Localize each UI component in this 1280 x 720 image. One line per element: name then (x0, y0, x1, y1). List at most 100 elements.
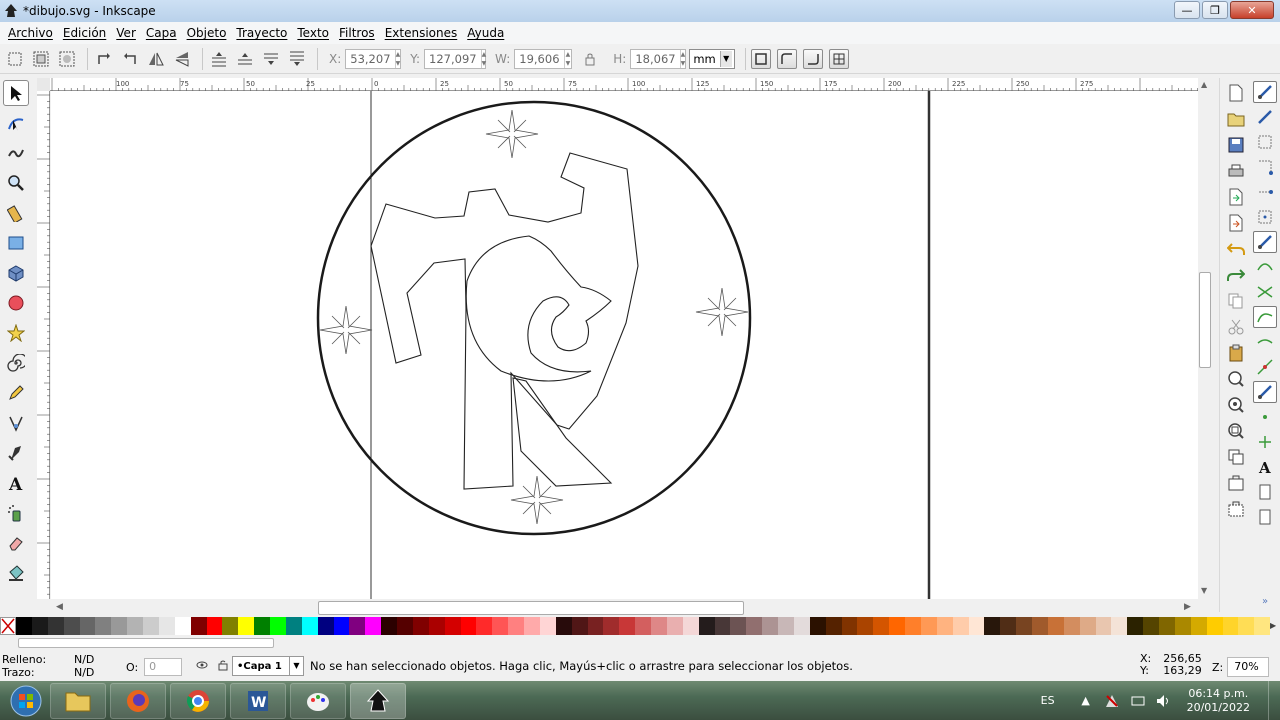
menu-extensiones[interactable]: Extensiones (380, 26, 463, 40)
maximize-button[interactable]: ❐ (1202, 1, 1228, 19)
color-swatch[interactable] (333, 617, 350, 635)
snapbar-expand-icon[interactable]: » (1262, 596, 1268, 607)
color-swatch[interactable] (444, 617, 461, 635)
figure-arm-shape[interactable] (370, 152, 639, 490)
color-swatch[interactable] (682, 617, 699, 635)
color-swatch[interactable] (63, 617, 80, 635)
color-swatch[interactable] (920, 617, 937, 635)
outer-circle[interactable] (316, 100, 752, 536)
taskbar-explorer[interactable] (50, 682, 106, 719)
transform-patterns-toggle[interactable] (828, 48, 849, 69)
color-swatch[interactable] (1032, 617, 1048, 635)
color-swatch[interactable] (539, 617, 556, 635)
color-swatch[interactable] (778, 617, 794, 635)
star-bottom[interactable] (510, 475, 564, 525)
h-field[interactable]: 18,067 ▲ ▼ (630, 48, 687, 69)
color-swatch[interactable] (635, 617, 651, 635)
color-swatch[interactable] (428, 617, 445, 635)
color-swatch[interactable] (111, 617, 128, 635)
volume-icon[interactable] (1155, 692, 1173, 710)
cut-icon[interactable] (1225, 316, 1247, 338)
color-swatch[interactable] (666, 617, 683, 635)
color-swatch[interactable] (254, 617, 270, 635)
color-swatch[interactable] (381, 617, 397, 635)
color-swatch[interactable] (730, 617, 747, 635)
opacity-input[interactable]: 0 (144, 658, 183, 676)
minimize-button[interactable]: — (1174, 1, 1200, 19)
color-swatch[interactable] (809, 617, 826, 635)
export-icon[interactable] (1225, 212, 1247, 234)
spiral-tool[interactable] (3, 350, 29, 376)
snap-enable-icon[interactable] (1253, 81, 1277, 103)
color-swatch[interactable] (492, 617, 509, 635)
tweak-tool[interactable] (3, 140, 29, 166)
color-swatch[interactable] (222, 617, 239, 635)
snap-object-midpoint-icon[interactable] (1253, 406, 1277, 428)
color-swatch[interactable] (1047, 617, 1064, 635)
taskbar-chrome[interactable] (170, 682, 226, 719)
color-swatch[interactable] (873, 617, 890, 635)
color-swatch[interactable] (349, 617, 366, 635)
measure-tool[interactable] (3, 200, 29, 226)
palette-scroll-right-icon[interactable]: ▶ (1270, 617, 1280, 635)
eraser-tool[interactable] (3, 530, 29, 556)
raise-icon[interactable] (234, 48, 256, 70)
menu-ver[interactable]: Ver (111, 26, 141, 40)
menu-trayecto[interactable]: Trayecto (231, 26, 292, 40)
vertical-ruler[interactable] (37, 91, 50, 599)
redo-icon[interactable] (1225, 264, 1247, 286)
rotate-cw-icon[interactable] (119, 48, 141, 70)
open-icon[interactable] (1225, 108, 1247, 130)
color-swatch[interactable] (1143, 617, 1159, 635)
save-icon[interactable] (1225, 134, 1247, 156)
snap-paths-icon[interactable] (1253, 256, 1277, 278)
color-swatch[interactable] (79, 617, 96, 635)
spray-tool[interactable] (3, 500, 29, 526)
color-swatch[interactable] (1111, 617, 1128, 635)
rect-tool[interactable] (3, 230, 29, 256)
snap-page-border-icon[interactable] (1253, 481, 1277, 503)
color-swatch[interactable] (746, 617, 763, 635)
color-swatch[interactable] (365, 617, 382, 635)
no-paint-swatch[interactable] (0, 617, 16, 635)
taskbar-paint[interactable] (290, 682, 346, 719)
layer-lock-icon[interactable] (218, 659, 228, 674)
import-icon[interactable] (1225, 186, 1247, 208)
pen-tool[interactable] (3, 410, 29, 436)
menu-capa[interactable]: Capa (141, 26, 182, 40)
drawing-canvas[interactable] (51, 91, 1198, 599)
lock-ratio-icon[interactable] (579, 48, 601, 70)
color-swatch[interactable] (1238, 617, 1255, 635)
snap-bbox-corner-icon[interactable] (1253, 156, 1277, 178)
show-desktop-button[interactable] (1268, 681, 1280, 720)
color-swatch[interactable] (190, 617, 207, 635)
lower-to-bottom-icon[interactable] (286, 48, 308, 70)
horizontal-scroll-thumb[interactable] (318, 601, 744, 615)
color-swatch[interactable] (95, 617, 112, 635)
x-field[interactable]: 53,207 ▲ ▼ (345, 48, 402, 69)
star-top[interactable] (485, 109, 539, 159)
color-swatch[interactable] (889, 617, 905, 635)
color-swatch[interactable] (1174, 617, 1191, 635)
start-button[interactable] (6, 683, 46, 719)
scroll-up-icon[interactable]: ▲ (1201, 80, 1207, 89)
menu-archivo[interactable]: Archivo (3, 26, 58, 40)
snap-others-icon[interactable] (1253, 381, 1277, 403)
snap-rotation-center-icon[interactable] (1253, 431, 1277, 453)
print-icon[interactable] (1225, 160, 1247, 182)
unit-select[interactable]: mm ▼ (689, 48, 735, 69)
layer-select[interactable]: •Capa 1 ▼ (232, 656, 304, 676)
color-swatch[interactable] (285, 617, 302, 635)
3dbox-tool[interactable] (3, 260, 29, 286)
color-swatch[interactable] (412, 617, 429, 635)
zoom-page-icon[interactable] (1225, 420, 1247, 442)
color-swatch[interactable] (619, 617, 636, 635)
zoom-selection-icon[interactable] (1225, 368, 1247, 390)
snap-smooth-nodes-icon[interactable] (1253, 331, 1277, 353)
snap-cusp-nodes-icon[interactable] (1253, 306, 1277, 328)
color-swatch[interactable] (1079, 617, 1096, 635)
snap-bbox-center-icon[interactable] (1253, 206, 1277, 228)
figure-cape-shape[interactable] (512, 377, 613, 487)
color-swatch[interactable] (603, 617, 620, 635)
copy-icon[interactable] (1225, 290, 1247, 312)
